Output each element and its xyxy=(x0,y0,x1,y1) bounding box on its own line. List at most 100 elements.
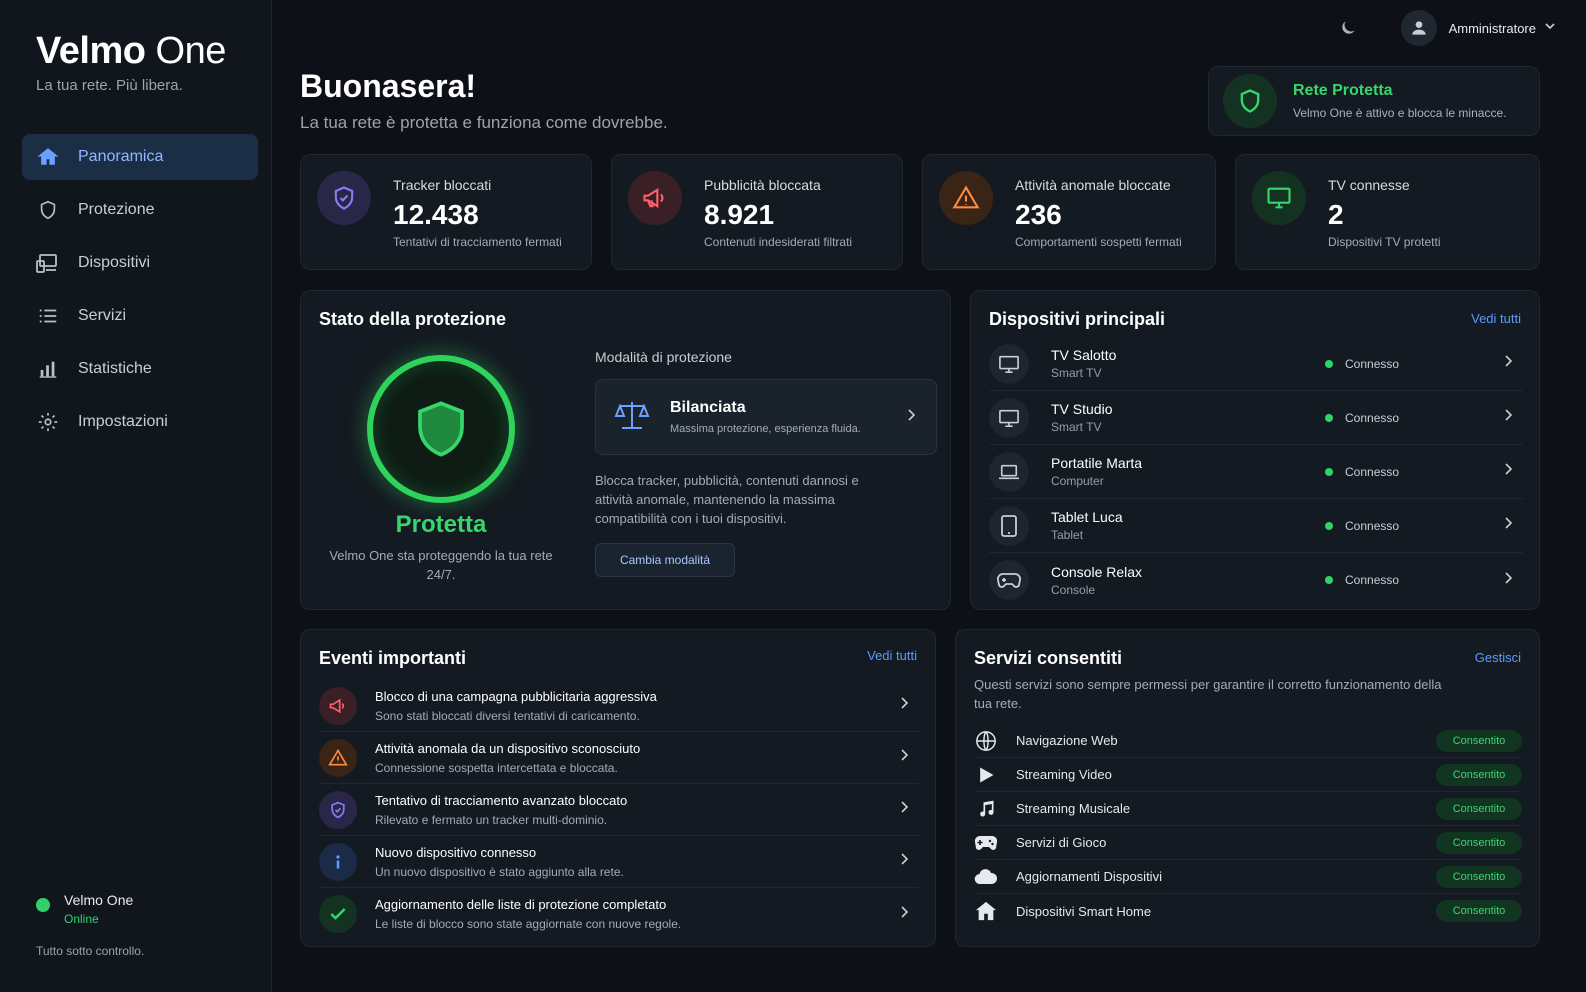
gamepad-icon xyxy=(989,560,1029,600)
status-badge: Consentito xyxy=(1436,729,1522,752)
event-row[interactable]: Aggiornamento delle liste di protezione … xyxy=(319,888,919,940)
service-row: Streaming Video Consentito xyxy=(974,758,1522,792)
device-row[interactable]: TV Studio Smart TV Connesso xyxy=(989,391,1523,445)
sidebar-item-panoramica[interactable]: Panoramica xyxy=(22,134,258,180)
events-title: Eventi importanti xyxy=(319,648,467,668)
bar-chart-icon xyxy=(36,357,60,381)
event-row[interactable]: Attività anomala da un dispositivo scono… xyxy=(319,732,919,784)
sidebar-item-label: Panoramica xyxy=(78,148,164,165)
shield-icon xyxy=(36,198,60,222)
services-card: Servizi consentiti Gestisci Questi servi… xyxy=(955,629,1540,947)
network-status-desc: Velmo One è attivo e blocca le minacce. xyxy=(1293,106,1507,120)
tv-icon xyxy=(989,397,1029,438)
device-row[interactable]: Tablet Luca Tablet Connesso xyxy=(989,499,1523,553)
sidebar-item-protezione[interactable]: Protezione xyxy=(22,187,258,233)
device-name: TV Salotto xyxy=(1051,347,1117,363)
stat-sub: Dispositivi TV protetti xyxy=(1328,235,1441,249)
gear-icon xyxy=(36,410,60,434)
devices-see-all-link[interactable]: Vedi tutti xyxy=(1471,311,1521,326)
mode-selector[interactable]: Bilanciata Massima protezione, esperienz… xyxy=(595,379,937,455)
sidebar-item-label: Servizi xyxy=(78,307,127,324)
chevron-right-icon xyxy=(899,748,909,767)
service-name: Dispositivi Smart Home xyxy=(1016,903,1152,919)
services-manage-link[interactable]: Gestisci xyxy=(1475,650,1521,665)
user-name[interactable]: Amministratore xyxy=(1449,21,1536,36)
laptop-icon xyxy=(989,451,1029,492)
greeting: Buonasera! La tua rete è protetta e funz… xyxy=(300,68,668,133)
device-status-label: Connesso xyxy=(1345,518,1400,533)
event-row[interactable]: Blocco di una campagna pubblicitaria agg… xyxy=(319,680,919,732)
service-name: Navigazione Web xyxy=(1016,733,1118,748)
page-subtitle: La tua rete è protetta e funziona come d… xyxy=(300,113,668,132)
tablet-icon xyxy=(989,505,1029,546)
event-title: Nuovo dispositivo connesso xyxy=(375,844,537,860)
event-title: Tentativo di tracciamento avanzato blocc… xyxy=(375,792,628,808)
stat-label: TV connesse xyxy=(1328,177,1410,193)
status-dot xyxy=(1325,467,1333,476)
stat-value: 12.438 xyxy=(393,199,479,230)
device-status: Connesso xyxy=(1325,465,1399,479)
protection-status: Protetta xyxy=(395,511,487,538)
home-icon xyxy=(36,145,60,169)
stat-value: 8.921 xyxy=(704,199,775,230)
stat-card-anomalies: Attività anomale bloccate 236 Comportame… xyxy=(922,154,1216,270)
mode-desc: Massima protezione, esperienza fluida. xyxy=(670,423,861,435)
tv-icon xyxy=(989,343,1029,384)
device-status-label: Connesso xyxy=(1345,464,1400,479)
sidebar-item-dispositivi[interactable]: Dispositivi xyxy=(22,240,258,286)
stat-label: Tracker bloccati xyxy=(393,177,492,193)
status-dot xyxy=(1325,413,1333,422)
mode-label: Modalità di protezione xyxy=(595,349,732,365)
device-type: Tablet xyxy=(1051,528,1084,542)
device-row[interactable]: Console Relax Console Connesso xyxy=(989,553,1523,607)
online-dot xyxy=(36,898,50,912)
stat-card-tv: TV connesse 2 Dispositivi TV protetti xyxy=(1235,154,1540,270)
shield-check-icon xyxy=(319,790,357,829)
service-name: Streaming Video xyxy=(1016,767,1112,782)
home-icon xyxy=(974,899,998,923)
list-icon xyxy=(36,304,60,328)
device-status: Connesso xyxy=(1325,357,1399,371)
chevron-right-icon xyxy=(899,852,909,871)
chevron-right-icon xyxy=(906,408,916,427)
events-see-all-link[interactable]: Vedi tutti xyxy=(867,648,917,663)
devices-title: Dispositivi principali xyxy=(989,309,1166,329)
sidebar-item-label: Statistiche xyxy=(78,360,152,377)
devices-icon xyxy=(36,251,60,275)
sidebar-item-statistiche[interactable]: Statistiche xyxy=(22,346,258,392)
sidebar-item-servizi[interactable]: Servizi xyxy=(22,293,258,339)
play-icon xyxy=(974,763,998,787)
device-status: Connesso xyxy=(1325,519,1399,533)
moon-icon[interactable] xyxy=(1333,13,1363,43)
chevron-right-icon xyxy=(1503,408,1513,427)
event-row[interactable]: Tentativo di tracciamento avanzato blocc… xyxy=(319,784,919,836)
chevron-down-icon[interactable] xyxy=(1544,19,1556,37)
warning-icon xyxy=(939,171,993,225)
service-name: Aggiornamenti Dispositivi xyxy=(1016,869,1162,884)
status-badge: Consentito xyxy=(1436,831,1522,854)
globe-icon xyxy=(974,729,998,753)
device-row[interactable]: TV Salotto Smart TV Connesso xyxy=(989,337,1523,391)
avatar[interactable] xyxy=(1400,10,1437,46)
brand-logo[interactable]: Velmo One xyxy=(36,30,226,73)
status-badge: Consentito xyxy=(1436,797,1522,820)
stat-value: 236 xyxy=(1015,199,1062,230)
change-mode-button[interactable]: Cambia modalità xyxy=(595,543,735,577)
status-dot xyxy=(1325,359,1333,368)
status-dot xyxy=(1325,576,1333,584)
sidebar-item-impostazioni[interactable]: Impostazioni xyxy=(22,399,258,445)
brand-name-bold: Velmo xyxy=(36,30,146,72)
mode-text: Blocca tracker, pubblicità, contenuti da… xyxy=(595,473,859,526)
cloud-icon xyxy=(974,865,998,889)
event-row[interactable]: Nuovo dispositivo connesso Un nuovo dispo… xyxy=(319,836,919,888)
event-sub: Sono stati bloccati diversi tentativi di… xyxy=(375,708,640,723)
services-desc: Questi servizi sono sempre permessi per … xyxy=(974,677,1442,711)
shield-icon xyxy=(1223,74,1277,128)
device-status: Connesso xyxy=(1325,411,1399,425)
event-title: Attività anomala da un dispositivo scono… xyxy=(375,740,641,756)
protection-title: Stato della protezione xyxy=(319,309,507,329)
service-name: Streaming Musicale xyxy=(1016,801,1131,816)
device-row[interactable]: Portatile Marta Computer Connesso xyxy=(989,445,1523,499)
protection-ring xyxy=(367,355,515,503)
stat-value: 2 xyxy=(1328,199,1344,230)
